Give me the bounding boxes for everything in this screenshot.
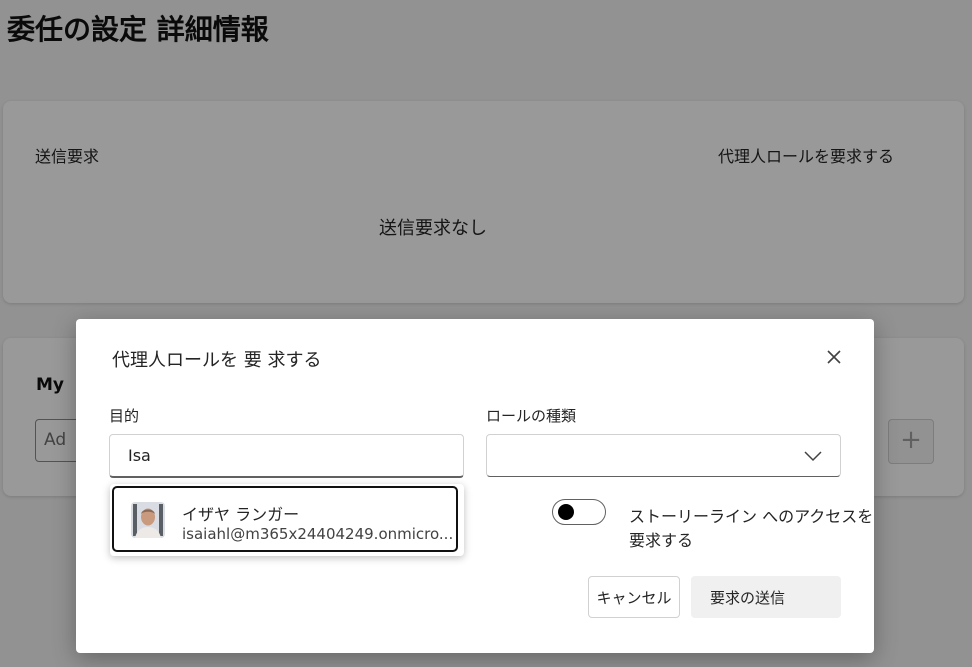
people-suggestion-list: イザヤ ランガー isaiahl@m365x24404249.onmicro..…: [110, 484, 464, 556]
role-type-dropdown[interactable]: [486, 434, 841, 477]
storyline-access-label: ストーリーライン へのアクセスを要求する: [629, 507, 874, 550]
close-icon[interactable]: [822, 345, 846, 369]
role-type-label: ロールの種類: [486, 407, 577, 425]
suggestion-name: イザヤ ランガー: [182, 505, 300, 524]
toggle-knob: [558, 504, 574, 520]
purpose-label: 目的: [109, 407, 140, 425]
chevron-down-icon: [804, 451, 822, 462]
avatar: [131, 502, 165, 538]
avatar-photo: [131, 502, 165, 538]
suggestion-item[interactable]: イザヤ ランガー isaiahl@m365x24404249.onmicro..…: [112, 486, 458, 552]
send-request-button[interactable]: 要求の送信: [691, 576, 841, 618]
storyline-access-toggle[interactable]: [552, 499, 606, 525]
purpose-input[interactable]: [109, 434, 464, 478]
close-icon-glyph: [827, 350, 841, 364]
cancel-button[interactable]: キャンセル: [588, 576, 680, 618]
dialog-title: 代理人ロールを 要 求する: [112, 350, 322, 371]
suggestion-email: isaiahl@m365x24404249.onmicro...: [182, 525, 454, 543]
